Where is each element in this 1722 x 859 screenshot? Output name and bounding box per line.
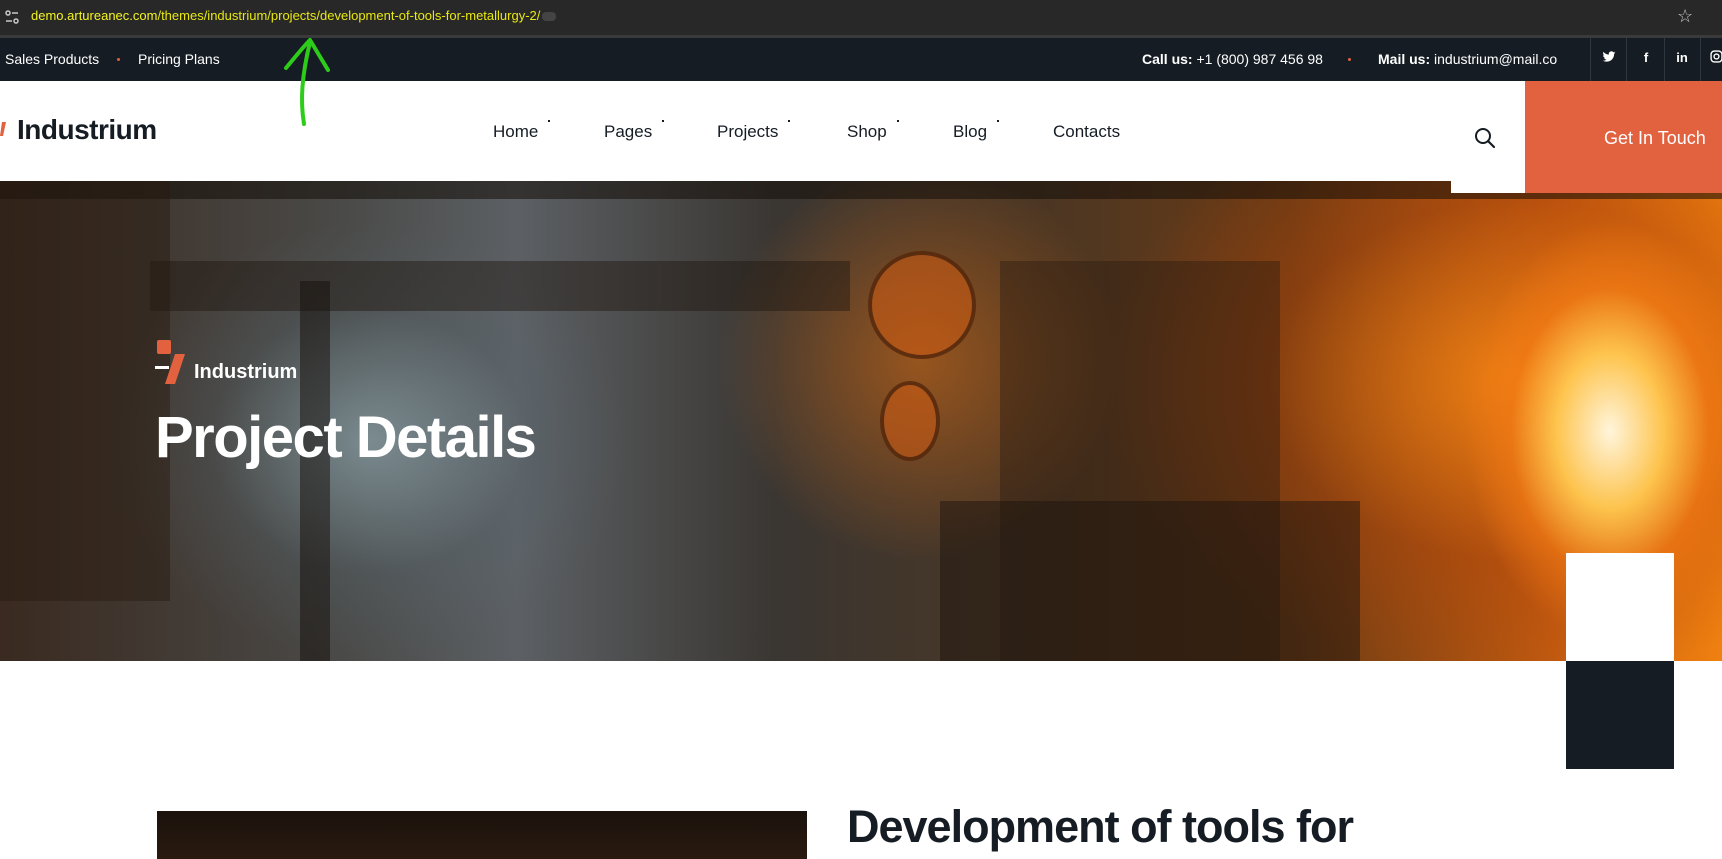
dropdown-caret-icon	[896, 120, 899, 122]
divider	[1664, 38, 1665, 81]
phone-number[interactable]: +1 (800) 987 456 98	[1196, 51, 1323, 67]
facebook-icon[interactable]: f	[1636, 50, 1656, 65]
mail-us: Mail us: industrium@mail.co	[1378, 51, 1558, 67]
twitter-icon[interactable]	[1599, 50, 1619, 67]
linkedin-icon[interactable]: in	[1672, 50, 1692, 65]
search-icon[interactable]	[1474, 127, 1496, 149]
divider	[1590, 38, 1591, 81]
separator-dot	[1348, 58, 1351, 61]
nav-blog[interactable]: Blog	[953, 120, 1000, 142]
instagram-icon[interactable]	[1706, 50, 1722, 66]
logo-mark-icon	[0, 122, 6, 136]
dropdown-caret-icon	[997, 120, 1000, 122]
page-title: Project Details	[155, 405, 537, 470]
site-logo[interactable]: Industrium	[17, 114, 157, 146]
url-field[interactable]: demo.artureanec.com/themes/industrium/pr…	[31, 8, 557, 23]
hero-crane-hook	[880, 381, 940, 461]
bookmark-star-icon[interactable]: ☆	[1677, 6, 1693, 27]
hero-crane-pulley	[868, 251, 976, 359]
industrium-logo-icon	[155, 340, 185, 384]
top-info-bar: Sales Products Pricing Plans Call us: +1…	[0, 38, 1722, 81]
call-us: Call us: +1 (800) 987 456 98	[1142, 51, 1323, 67]
nav-projects[interactable]: Projects	[717, 120, 791, 142]
sales-products-link[interactable]: Sales Products	[5, 51, 99, 67]
annotation-arrow-icon	[284, 38, 330, 126]
nav-pages[interactable]: Pages	[604, 120, 665, 142]
nav-contacts[interactable]: Contacts	[1053, 122, 1120, 142]
hero-cables	[300, 281, 330, 661]
nav-home[interactable]: Home	[493, 120, 551, 142]
project-image	[157, 811, 807, 859]
dropdown-caret-icon	[548, 120, 551, 122]
separator-dot	[117, 58, 120, 61]
get-in-touch-button[interactable]: Get In Touch	[1525, 81, 1722, 193]
site-info-icon[interactable]	[4, 9, 20, 25]
hero-crane-beam	[150, 261, 850, 311]
pricing-plans-link[interactable]: Pricing Plans	[138, 51, 220, 67]
nav-shop[interactable]: Shop	[847, 120, 899, 142]
hero-ladle	[940, 501, 1360, 661]
browser-address-bar: demo.artureanec.com/themes/industrium/pr…	[0, 0, 1722, 38]
decorative-square-dark	[1566, 661, 1674, 769]
project-title: Development of tools for	[847, 801, 1354, 852]
divider	[1700, 38, 1701, 81]
dropdown-caret-icon	[788, 120, 791, 122]
hero-subtitle: Industrium	[194, 361, 298, 383]
dropdown-caret-icon	[662, 120, 665, 122]
email-address[interactable]: industrium@mail.co	[1434, 51, 1557, 67]
hero-left-machinery	[0, 181, 170, 601]
divider	[1626, 38, 1627, 81]
decorative-square-light	[1566, 553, 1674, 661]
